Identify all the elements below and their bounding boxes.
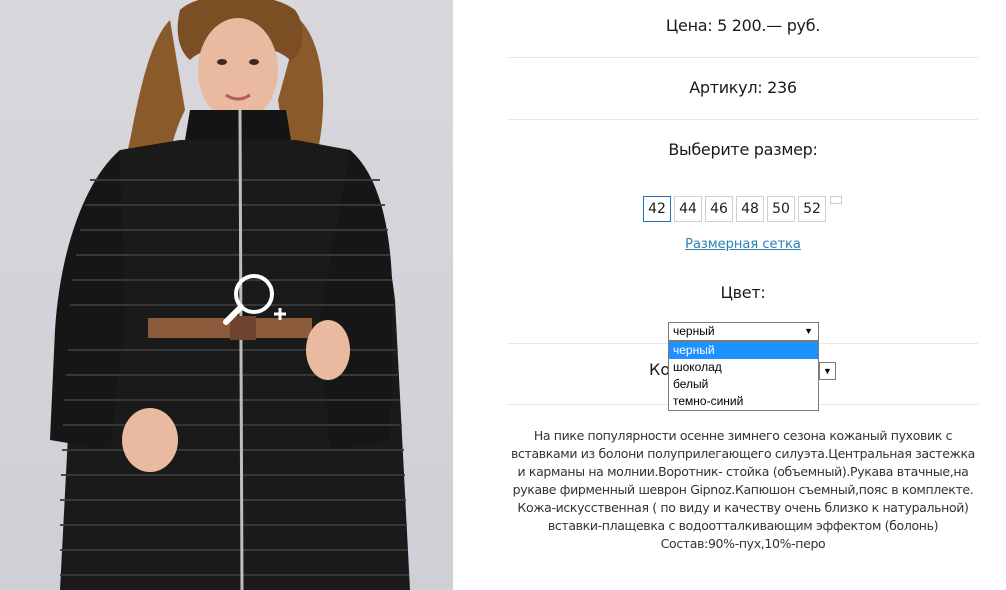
zoom-in-icon[interactable] [220, 268, 292, 340]
description-line: и карманы на молнии.Воротник- стойка (об… [517, 464, 969, 479]
description-line: вставки-плащевка с водоотталкивающим эфф… [547, 518, 939, 533]
size-option-46[interactable]: 46 [705, 196, 733, 222]
size-extra-box [830, 196, 842, 204]
color-option-navy[interactable]: темно-синий [669, 393, 818, 410]
description-line: Состав:90%-пух,10%-перо [660, 536, 826, 551]
color-title: Цвет: [720, 283, 766, 302]
size-option-52[interactable]: 52 [798, 196, 826, 222]
product-description: На пике популярности осенне зимнего сезо… [508, 427, 978, 553]
chevron-down-icon: ▼ [823, 366, 832, 376]
size-option-42[interactable]: 42 [643, 196, 671, 222]
article-text: Артикул: 236 [689, 78, 797, 97]
color-option-black[interactable]: черный [669, 342, 818, 359]
description-line: Кожа-искусственная ( по виду и качеству … [517, 500, 969, 515]
size-chart-link[interactable]: Размерная сетка [685, 237, 801, 252]
size-option-50[interactable]: 50 [767, 196, 795, 222]
color-select-value: черный [673, 324, 715, 338]
size-selector: 42 44 46 48 50 52 [643, 196, 826, 222]
size-option-48[interactable]: 48 [736, 196, 764, 222]
description-line: вставками из болони полуприлегающего сил… [511, 446, 975, 461]
divider [508, 57, 978, 58]
price-text: Цена: 5 200.— руб. [665, 16, 821, 35]
product-page: Цена: 5 200.— руб. Артикул: 236 Выберите… [0, 0, 1006, 590]
size-title: Выберите размер: [668, 140, 818, 159]
quantity-label: Ко [649, 360, 671, 379]
color-option-white[interactable]: белый [669, 376, 818, 393]
color-dropdown-list: черный шоколад белый темно-синий [668, 341, 819, 411]
chevron-down-icon: ▼ [804, 326, 813, 336]
description-line: На пике популярности осенне зимнего сезо… [533, 428, 953, 443]
color-select[interactable]: черный ▼ [668, 322, 819, 341]
product-photo[interactable] [0, 0, 453, 590]
color-option-chocolate[interactable]: шоколад [669, 359, 818, 376]
quantity-select[interactable]: ▼ [819, 362, 836, 380]
description-line: рукаве фирменный шеврон Gipnoz.Капюшон с… [512, 482, 974, 497]
size-option-44[interactable]: 44 [674, 196, 702, 222]
divider [508, 119, 978, 120]
